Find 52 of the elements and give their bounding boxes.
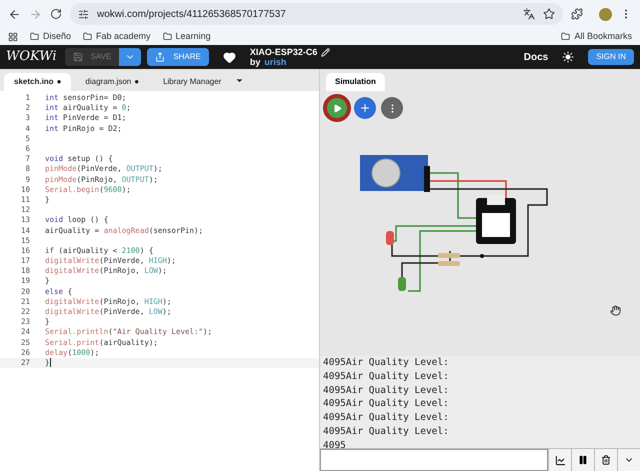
- translate-icon[interactable]: [523, 8, 535, 20]
- serial-line: 4095: [323, 438, 346, 448]
- trash-icon: [601, 455, 611, 465]
- serial-line: 4095Air Quality Level:: [323, 356, 449, 370]
- wokwi-logo[interactable]: WOKWi: [6, 49, 59, 65]
- author-link[interactable]: urish: [264, 57, 286, 67]
- extensions-icon[interactable]: [571, 8, 583, 20]
- folder-icon[interactable]: [561, 32, 570, 41]
- serial-line: 4095Air Quality Level:: [323, 424, 449, 439]
- hand-cursor-icon: [610, 305, 621, 316]
- site-settings-icon[interactable]: [78, 8, 89, 20]
- heart-icon[interactable]: [222, 50, 236, 64]
- folder-icon[interactable]: [162, 32, 172, 41]
- bookmark-star-icon[interactable]: [543, 8, 555, 20]
- address-bar[interactable]: wokwi.com/projects/411265368570177537: [70, 3, 563, 25]
- folder-icon[interactable]: [83, 32, 92, 41]
- start-simulation-button[interactable]: [323, 94, 351, 122]
- tabs-dropdown-icon[interactable]: [235, 76, 244, 85]
- bookmark-folder[interactable]: Fab academy: [96, 30, 151, 44]
- back-icon[interactable]: [8, 8, 21, 20]
- docs-link[interactable]: Docs: [524, 50, 548, 64]
- save-icon: [72, 52, 83, 62]
- serial-line: 4095Air Quality Level:: [323, 370, 449, 384]
- chart-icon: [554, 454, 566, 466]
- bookmark-folder[interactable]: Diseño: [43, 30, 72, 44]
- folder-icon[interactable]: [30, 32, 39, 41]
- simulation-tab[interactable]: Simulation: [326, 73, 385, 91]
- editor-tab[interactable]: Library Manager: [153, 73, 232, 91]
- more-options-button[interactable]: [381, 97, 403, 119]
- project-title: XIAO-ESP32-C6: [250, 47, 318, 57]
- play-icon: [332, 104, 342, 112]
- bookmark-folder[interactable]: Learning: [176, 30, 211, 44]
- url-text: wokwi.com/projects/411265368570177537: [97, 8, 287, 22]
- pause-icon: [578, 455, 588, 465]
- serial-line: 4095Air Quality Level:: [323, 397, 449, 412]
- save-options-button[interactable]: [119, 48, 142, 66]
- text-cursor: [50, 358, 51, 368]
- serial-line: 4095Air Quality Level:: [323, 411, 449, 425]
- theme-icon[interactable]: [562, 51, 574, 63]
- edit-icon[interactable]: [321, 48, 330, 56]
- editor-tab[interactable]: diagram.json ●: [75, 73, 150, 91]
- by-label: by: [250, 57, 260, 67]
- add-part-button[interactable]: [354, 97, 376, 119]
- all-bookmarks-folder[interactable]: All Bookmarks: [574, 30, 632, 44]
- share-icon: [155, 52, 166, 62]
- apps-icon[interactable]: [8, 32, 18, 42]
- reload-icon[interactable]: [50, 8, 62, 20]
- editor-tab[interactable]: sketch.ino ●: [4, 73, 72, 91]
- serial-input-field[interactable]: [320, 449, 548, 471]
- plus-icon: [359, 102, 371, 114]
- serial-line: 4095Air Quality Level:: [323, 384, 449, 398]
- profile-avatar[interactable]: [599, 8, 612, 20]
